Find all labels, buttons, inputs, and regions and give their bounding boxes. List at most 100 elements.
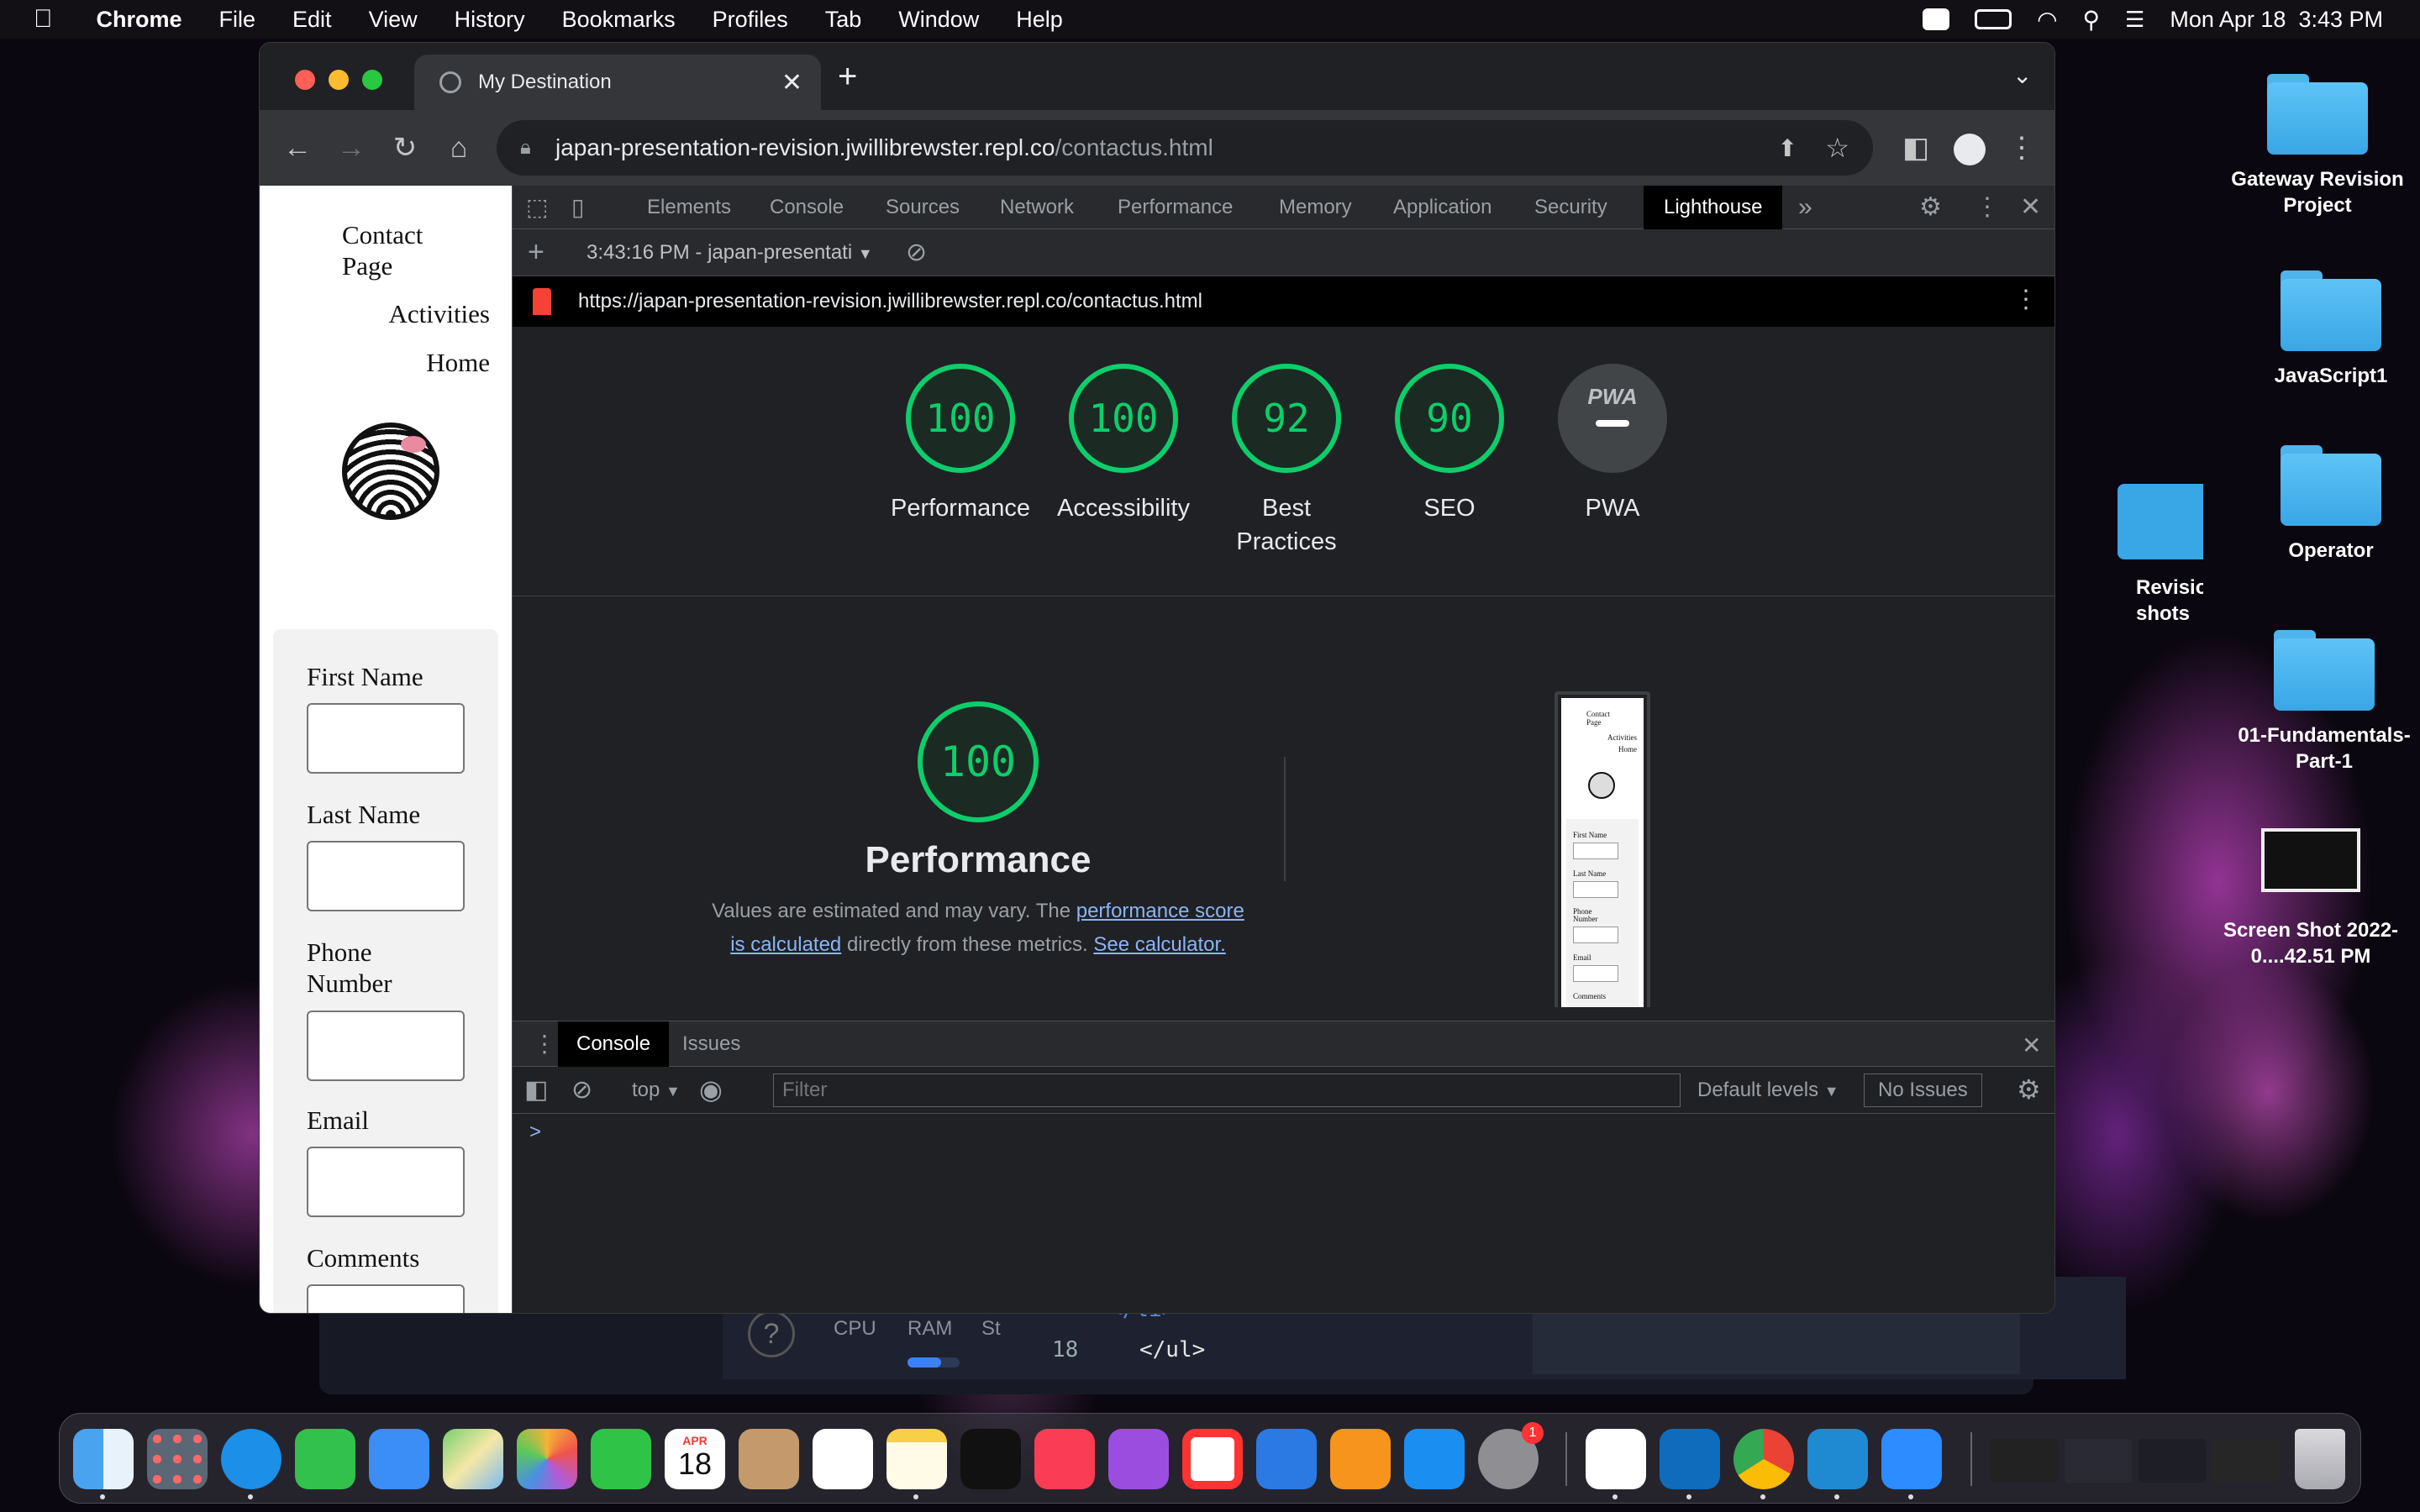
report-url[interactable]: https://japan-presentation-revision.jwil… [578, 290, 1202, 313]
drawer-tab-issues[interactable]: Issues [682, 1021, 740, 1067]
console-filter-input[interactable] [773, 1074, 1681, 1107]
nav-home[interactable]: Home [426, 347, 490, 378]
issues-counter-button[interactable]: No Issues [1864, 1074, 1982, 1107]
tab-console[interactable]: Console [770, 186, 844, 229]
menubar-clock[interactable]: Mon Apr 18 3:43 PM [2170, 7, 2383, 33]
nav-activities[interactable]: Activities [388, 298, 490, 329]
email-field[interactable] [307, 1147, 465, 1217]
menu-profiles[interactable]: Profiles [713, 7, 788, 33]
side-panel-icon[interactable]: ◧ [1897, 129, 1935, 167]
trash-icon[interactable] [2295, 1429, 2345, 1489]
tab-elements[interactable]: Elements [647, 186, 731, 229]
keynote-icon[interactable] [1256, 1429, 1317, 1489]
tab-security[interactable]: Security [1534, 186, 1607, 229]
console-sidebar-icon[interactable]: ◧ [524, 1075, 548, 1105]
messages-icon[interactable] [295, 1429, 355, 1489]
tab-search-chevron-icon[interactable]: ⌄ [2012, 61, 2032, 89]
menu-bookmarks[interactable]: Bookmarks [562, 7, 676, 33]
tab-network[interactable]: Network [1000, 186, 1074, 229]
menu-app-name[interactable]: Chrome [97, 7, 182, 33]
back-icon[interactable]: ← [278, 129, 317, 167]
calendar-icon[interactable]: APR 18 [665, 1429, 725, 1489]
report-menu-icon[interactable]: ⋮ [2013, 285, 2039, 314]
menu-edit[interactable]: Edit [292, 7, 332, 33]
mail-icon[interactable] [369, 1429, 429, 1489]
notes-icon[interactable] [886, 1429, 947, 1489]
chrome-menu-icon[interactable]: ⋮ [2002, 129, 2041, 167]
menu-view[interactable]: View [369, 7, 418, 33]
menu-window[interactable]: Window [898, 7, 979, 33]
address-bar[interactable]: 🔒︎ japan-presentation-revision.jwillibre… [497, 120, 1873, 176]
tab-sources[interactable]: Sources [886, 186, 960, 229]
minimized-window-thumbnail[interactable] [1991, 1439, 2058, 1483]
new-tab-button[interactable]: + [838, 58, 857, 96]
drawer-tab-console[interactable]: Console [558, 1021, 670, 1067]
desktop-folder-fundamentals[interactable]: 01-Fundamentals-Part-1 [2232, 630, 2417, 774]
close-window-button[interactable] [295, 70, 315, 90]
clear-console-icon[interactable]: ⊘ [571, 1075, 592, 1105]
devtools-menu-icon[interactable]: ⋮ [1975, 186, 2000, 229]
finder-icon[interactable] [73, 1429, 134, 1489]
safari-icon[interactable] [221, 1429, 281, 1489]
minimized-window-thumbnail[interactable] [2139, 1439, 2206, 1483]
pwa-badge-icon[interactable]: PWA [1558, 364, 1667, 473]
menu-file[interactable]: File [219, 7, 256, 33]
photos-icon[interactable] [517, 1429, 577, 1489]
zoom-status-icon[interactable] [1923, 8, 1950, 30]
phone-number-field[interactable] [307, 1011, 465, 1081]
control-center-icon[interactable]: ☰ [2125, 7, 2144, 33]
news-icon[interactable] [1182, 1429, 1243, 1489]
browser-tab[interactable]: My Destination ✕ [414, 55, 821, 110]
maps-icon[interactable] [443, 1429, 503, 1489]
bookmark-star-icon[interactable]: ☆ [1825, 132, 1849, 164]
score-gauge-best-practices[interactable]: 92 [1232, 364, 1341, 473]
nav-contact-page[interactable]: Contact Page [342, 219, 468, 281]
home-icon[interactable]: ⌂ [439, 129, 478, 167]
forward-icon[interactable]: → [332, 129, 371, 167]
drawer-menu-icon[interactable]: ⋮ [533, 1030, 556, 1058]
context-selector[interactable]: top ▼ [632, 1079, 681, 1102]
menu-help[interactable]: Help [1016, 7, 1063, 33]
lock-icon[interactable]: 🔒︎ [520, 136, 531, 160]
see-calculator-link[interactable]: See calculator. [1093, 933, 1225, 956]
music-icon[interactable] [1034, 1429, 1095, 1489]
desktop-folder-gateway-revision[interactable]: Gateway Revision Project [2225, 74, 2410, 218]
spotlight-search-icon[interactable]: ⚲ [2083, 6, 2101, 34]
score-gauge-seo[interactable]: 90 [1395, 364, 1504, 473]
inspect-element-icon[interactable]: ⬚ [526, 186, 548, 229]
profile-avatar-icon[interactable] [1950, 129, 1989, 167]
wifi-icon[interactable]: ◠ [2037, 6, 2057, 34]
apple-icon[interactable]:  [34, 5, 53, 34]
menu-tab[interactable]: Tab [825, 7, 862, 33]
score-gauge-performance[interactable]: 100 [906, 364, 1015, 473]
zoom-icon[interactable] [1881, 1429, 1942, 1489]
menu-history[interactable]: History [455, 7, 525, 33]
score-gauge-accessibility[interactable]: 100 [1069, 364, 1178, 473]
launchpad-icon[interactable] [147, 1429, 208, 1489]
log-levels-dropdown[interactable]: Default levels ▼ [1697, 1079, 1839, 1102]
device-toolbar-icon[interactable]: ▯ [571, 186, 584, 229]
comments-field[interactable] [307, 1284, 465, 1313]
system-preferences-icon[interactable]: 1 [1478, 1422, 1544, 1489]
outlook-icon[interactable] [1660, 1429, 1720, 1489]
close-devtools-icon[interactable]: ✕ [2020, 186, 2041, 229]
reload-icon[interactable]: ↻ [386, 129, 424, 167]
pages-icon[interactable] [1330, 1429, 1391, 1489]
app-store-icon[interactable] [1404, 1429, 1465, 1489]
slack-icon[interactable] [1586, 1429, 1646, 1489]
more-tabs-icon[interactable]: » [1798, 186, 1812, 229]
desktop-folder-javascript1[interactable]: JavaScript1 [2238, 270, 2420, 389]
tab-application[interactable]: Application [1393, 186, 1491, 229]
console-prompt[interactable]: > [529, 1121, 541, 1144]
minimized-window-thumbnail[interactable] [2065, 1439, 2132, 1483]
podcasts-icon[interactable] [1108, 1429, 1169, 1489]
facetime-icon[interactable] [591, 1429, 651, 1489]
first-name-field[interactable] [307, 703, 465, 774]
minimize-window-button[interactable] [329, 70, 349, 90]
tab-performance[interactable]: Performance [1118, 186, 1233, 229]
share-icon[interactable]: ⬆ [1778, 134, 1797, 162]
help-icon[interactable]: ? [748, 1310, 795, 1357]
contacts-icon[interactable] [739, 1429, 799, 1489]
new-report-icon[interactable]: + [528, 236, 544, 269]
desktop-folder-operator[interactable]: Operator [2238, 445, 2420, 564]
